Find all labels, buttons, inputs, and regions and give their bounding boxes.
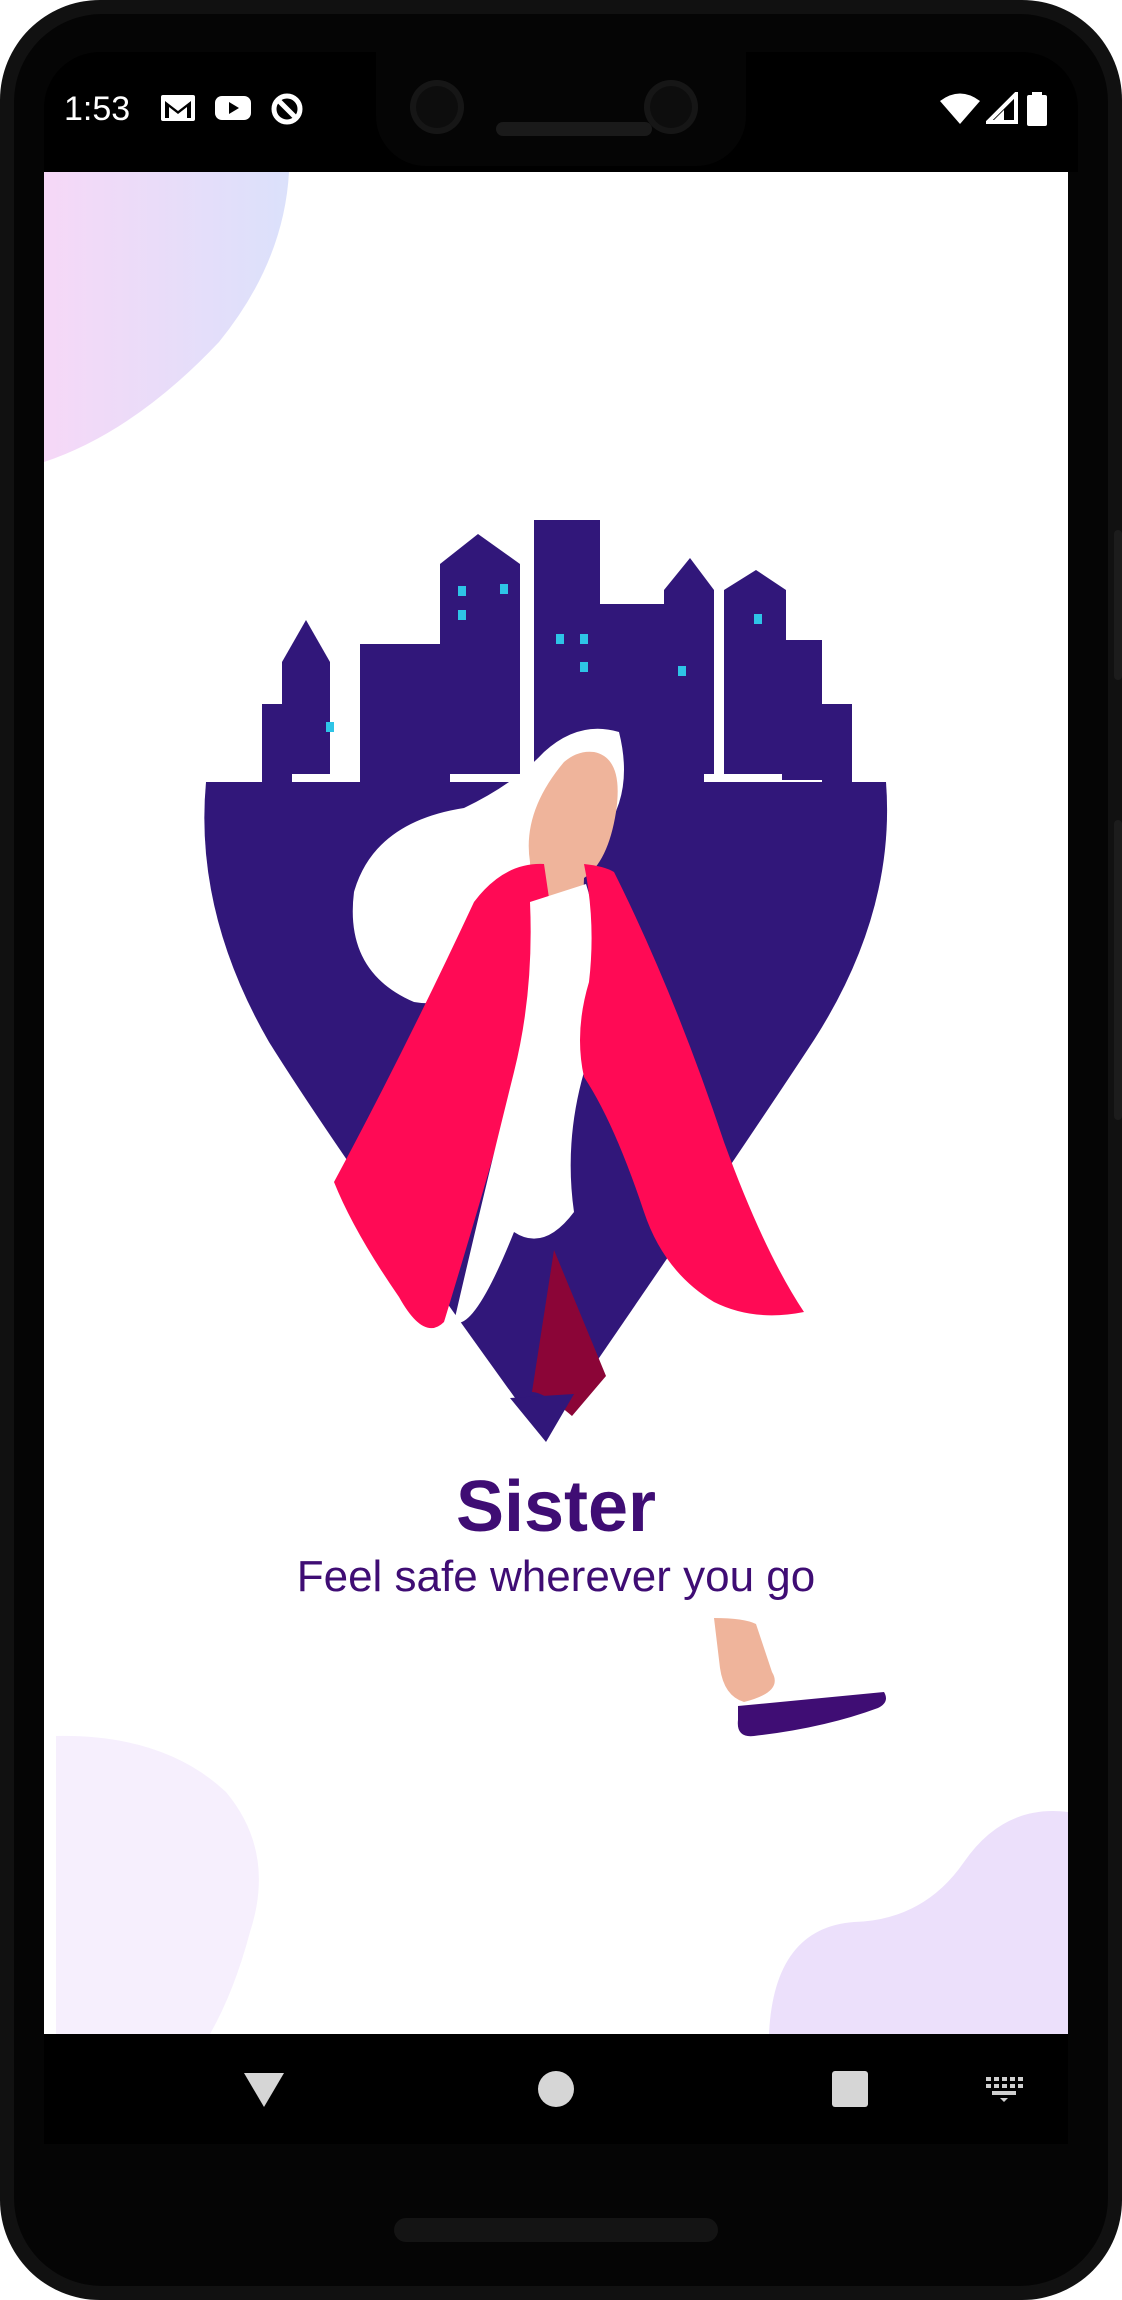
battery-icon: [1026, 92, 1048, 131]
app-tagline: Feel safe wherever you go: [296, 1552, 816, 1601]
volume-button: [1114, 820, 1122, 1120]
cell-signal-icon: [983, 89, 1018, 129]
gmail-icon: [159, 92, 197, 129]
front-camera-secondary: [644, 80, 698, 134]
front-camera: [410, 80, 464, 134]
power-button: [1114, 530, 1122, 680]
system-nav-bar: [44, 2034, 1068, 2144]
status-time: 1:53: [64, 90, 131, 128]
earpiece-speaker: [496, 122, 652, 136]
woman-walking-city-pin-illustration: [44, 172, 1068, 2034]
front-shoe: [737, 1692, 886, 1737]
bottom-speaker-grill: [394, 2218, 718, 2242]
home-icon[interactable]: [526, 2054, 586, 2124]
app-name: Sister: [455, 1467, 657, 1547]
data-saver-icon: [269, 92, 305, 131]
front-ankle: [714, 1618, 775, 1702]
wifi-icon: [940, 92, 980, 129]
youtube-icon: [214, 92, 252, 129]
bottom-left-blob: [56, 1735, 259, 2034]
top-left-blob: [44, 172, 289, 462]
camera-notch: [376, 52, 746, 166]
back-shoe: [510, 1394, 574, 1442]
splash-screen: Sister Feel safe wherever you go: [44, 172, 1068, 2034]
recents-icon[interactable]: [820, 2054, 880, 2124]
bottom-right-blob: [769, 1811, 1068, 2034]
back-icon[interactable]: [234, 2054, 294, 2124]
keyboard-icon[interactable]: [974, 2054, 1034, 2124]
